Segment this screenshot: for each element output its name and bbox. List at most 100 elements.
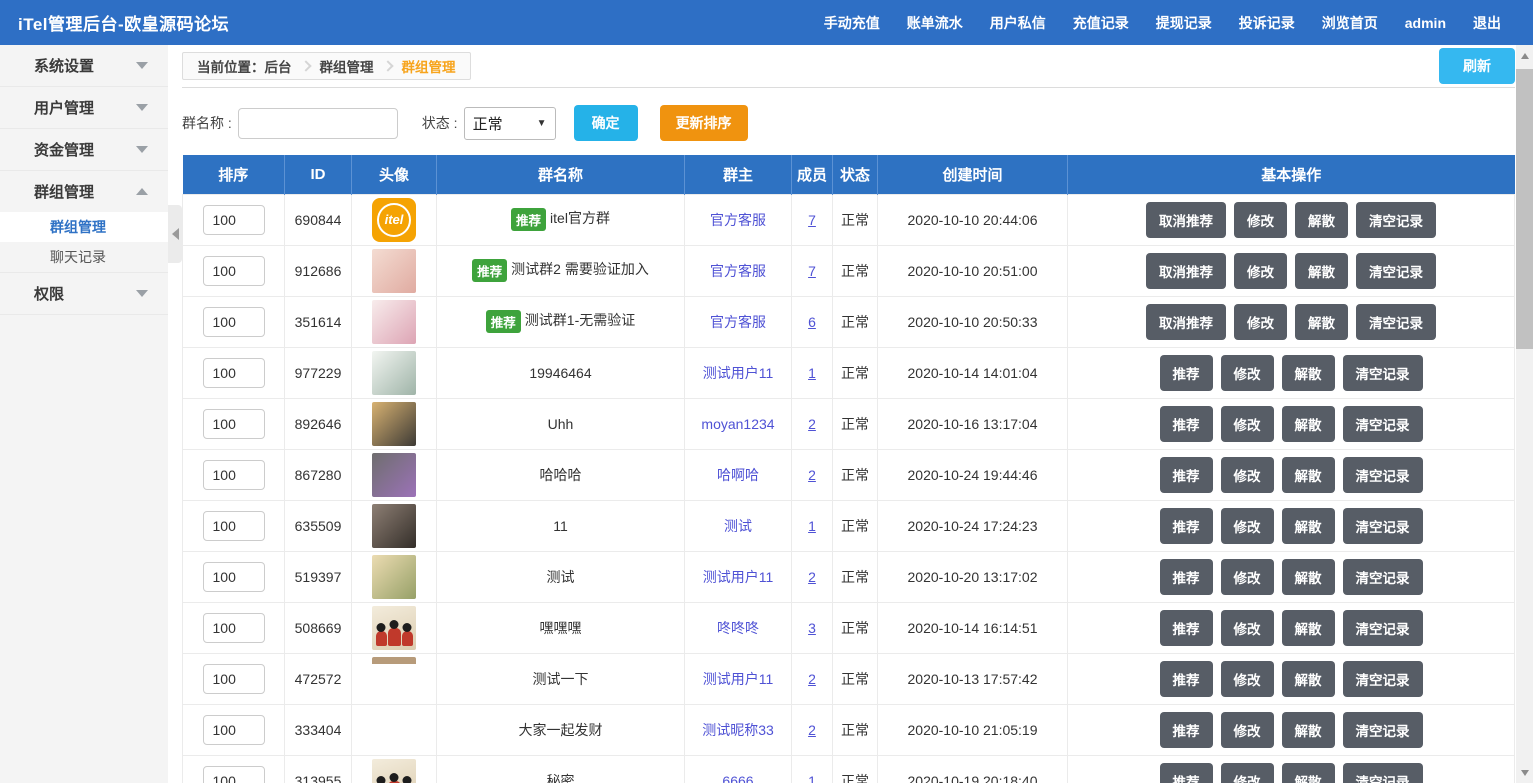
member-count-link[interactable]: 7 bbox=[808, 263, 816, 279]
nav-browse-home[interactable]: 浏览首页 bbox=[1322, 13, 1378, 33]
edit-button[interactable]: 修改 bbox=[1221, 355, 1274, 391]
refresh-button[interactable]: 刷新 bbox=[1439, 48, 1515, 84]
dissolve-button[interactable]: 解散 bbox=[1282, 661, 1335, 697]
member-count-link[interactable]: 2 bbox=[808, 569, 816, 585]
nav-manual-recharge[interactable]: 手动充值 bbox=[824, 13, 880, 33]
group-avatar[interactable] bbox=[372, 606, 416, 650]
scroll-up-arrow[interactable] bbox=[1516, 47, 1533, 64]
edit-button[interactable]: 修改 bbox=[1221, 712, 1274, 748]
nav-recharge-records[interactable]: 充值记录 bbox=[1073, 13, 1129, 33]
group-avatar[interactable] bbox=[372, 759, 416, 783]
sort-input[interactable] bbox=[203, 307, 265, 337]
sort-input[interactable] bbox=[203, 256, 265, 286]
nav-user-messages[interactable]: 用户私信 bbox=[990, 13, 1046, 33]
cancel-recommend-button[interactable]: 取消推荐 bbox=[1146, 253, 1226, 289]
group-avatar[interactable] bbox=[372, 351, 416, 395]
owner-link[interactable]: 测试用户11 bbox=[703, 671, 774, 687]
sort-input[interactable] bbox=[203, 511, 265, 541]
sort-input[interactable] bbox=[203, 205, 265, 235]
group-avatar[interactable]: itel bbox=[372, 198, 416, 242]
recommend-button[interactable]: 推荐 bbox=[1160, 661, 1213, 697]
owner-link[interactable]: 哈啊哈 bbox=[717, 467, 759, 483]
sort-input[interactable] bbox=[203, 460, 265, 490]
nav-withdraw-records[interactable]: 提现记录 bbox=[1156, 13, 1212, 33]
sort-input[interactable] bbox=[203, 409, 265, 439]
nav-admin[interactable]: admin bbox=[1405, 15, 1446, 31]
clear-records-button[interactable]: 清空记录 bbox=[1343, 661, 1423, 697]
owner-link[interactable]: moyan1234 bbox=[701, 416, 774, 432]
edit-button[interactable]: 修改 bbox=[1221, 559, 1274, 595]
group-avatar[interactable] bbox=[372, 249, 416, 293]
sidebar-item-user-management[interactable]: 用户管理 bbox=[0, 87, 168, 128]
recommend-button[interactable]: 推荐 bbox=[1160, 457, 1213, 493]
sidebar-subitem-group-management[interactable]: 群组管理 bbox=[0, 212, 168, 242]
sort-input[interactable] bbox=[203, 613, 265, 643]
nav-logout[interactable]: 退出 bbox=[1473, 13, 1501, 33]
owner-link[interactable]: 官方客服 bbox=[710, 263, 766, 279]
group-name-input[interactable] bbox=[238, 108, 398, 139]
cancel-recommend-button[interactable]: 取消推荐 bbox=[1146, 304, 1226, 340]
recommend-button[interactable]: 推荐 bbox=[1160, 712, 1213, 748]
dissolve-button[interactable]: 解散 bbox=[1282, 610, 1335, 646]
dissolve-button[interactable]: 解散 bbox=[1295, 304, 1348, 340]
group-avatar[interactable] bbox=[372, 402, 416, 446]
member-count-link[interactable]: 2 bbox=[808, 722, 816, 738]
group-avatar[interactable] bbox=[372, 453, 416, 497]
edit-button[interactable]: 修改 bbox=[1221, 457, 1274, 493]
clear-records-button[interactable]: 清空记录 bbox=[1343, 712, 1423, 748]
recommend-button[interactable]: 推荐 bbox=[1160, 559, 1213, 595]
breadcrumb-group-management[interactable]: 群组管理 bbox=[320, 56, 374, 76]
owner-link[interactable]: 测试 bbox=[724, 518, 752, 534]
edit-button[interactable]: 修改 bbox=[1221, 661, 1274, 697]
edit-button[interactable]: 修改 bbox=[1221, 508, 1274, 544]
confirm-button[interactable]: 确定 bbox=[574, 105, 638, 141]
sidebar-subitem-chat-records[interactable]: 聊天记录 bbox=[0, 242, 168, 272]
dissolve-button[interactable]: 解散 bbox=[1282, 508, 1335, 544]
group-avatar[interactable] bbox=[372, 300, 416, 344]
dissolve-button[interactable]: 解散 bbox=[1295, 253, 1348, 289]
clear-records-button[interactable]: 清空记录 bbox=[1356, 202, 1436, 238]
owner-link[interactable]: 6666 bbox=[722, 773, 753, 783]
sort-input[interactable] bbox=[203, 664, 265, 694]
sidebar-item-permissions[interactable]: 权限 bbox=[0, 273, 168, 314]
edit-button[interactable]: 修改 bbox=[1221, 406, 1274, 442]
scrollbar[interactable] bbox=[1516, 45, 1533, 783]
status-select[interactable]: 正常 ▼ bbox=[464, 107, 556, 140]
member-count-link[interactable]: 2 bbox=[808, 467, 816, 483]
owner-link[interactable]: 测试用户11 bbox=[703, 569, 774, 585]
sidebar-collapse-handle[interactable] bbox=[168, 205, 182, 263]
edit-button[interactable]: 修改 bbox=[1234, 202, 1287, 238]
dissolve-button[interactable]: 解散 bbox=[1282, 559, 1335, 595]
edit-button[interactable]: 修改 bbox=[1234, 253, 1287, 289]
edit-button[interactable]: 修改 bbox=[1221, 763, 1274, 783]
clear-records-button[interactable]: 清空记录 bbox=[1343, 508, 1423, 544]
group-avatar[interactable] bbox=[372, 504, 416, 548]
clear-records-button[interactable]: 清空记录 bbox=[1356, 304, 1436, 340]
sidebar-item-system-settings[interactable]: 系统设置 bbox=[0, 45, 168, 86]
member-count-link[interactable]: 1 bbox=[808, 518, 816, 534]
member-count-link[interactable]: 3 bbox=[808, 620, 816, 636]
clear-records-button[interactable]: 清空记录 bbox=[1343, 406, 1423, 442]
sort-input[interactable] bbox=[203, 562, 265, 592]
clear-records-button[interactable]: 清空记录 bbox=[1343, 559, 1423, 595]
scrollbar-thumb[interactable] bbox=[1516, 69, 1533, 349]
sidebar-item-funds-management[interactable]: 资金管理 bbox=[0, 129, 168, 170]
group-avatar[interactable] bbox=[372, 555, 416, 599]
recommend-button[interactable]: 推荐 bbox=[1160, 763, 1213, 783]
clear-records-button[interactable]: 清空记录 bbox=[1343, 763, 1423, 783]
member-count-link[interactable]: 2 bbox=[808, 416, 816, 432]
clear-records-button[interactable]: 清空记录 bbox=[1356, 253, 1436, 289]
owner-link[interactable]: 测试用户11 bbox=[703, 365, 774, 381]
recommend-button[interactable]: 推荐 bbox=[1160, 508, 1213, 544]
sort-input[interactable] bbox=[203, 358, 265, 388]
nav-complaint-records[interactable]: 投诉记录 bbox=[1239, 13, 1295, 33]
recommend-button[interactable]: 推荐 bbox=[1160, 355, 1213, 391]
member-count-link[interactable]: 1 bbox=[808, 773, 816, 783]
recommend-button[interactable]: 推荐 bbox=[1160, 610, 1213, 646]
dissolve-button[interactable]: 解散 bbox=[1282, 406, 1335, 442]
dissolve-button[interactable]: 解散 bbox=[1282, 763, 1335, 783]
sort-input[interactable] bbox=[203, 715, 265, 745]
member-count-link[interactable]: 2 bbox=[808, 671, 816, 687]
sort-input[interactable] bbox=[203, 766, 265, 783]
owner-link[interactable]: 咚咚咚 bbox=[717, 620, 759, 636]
